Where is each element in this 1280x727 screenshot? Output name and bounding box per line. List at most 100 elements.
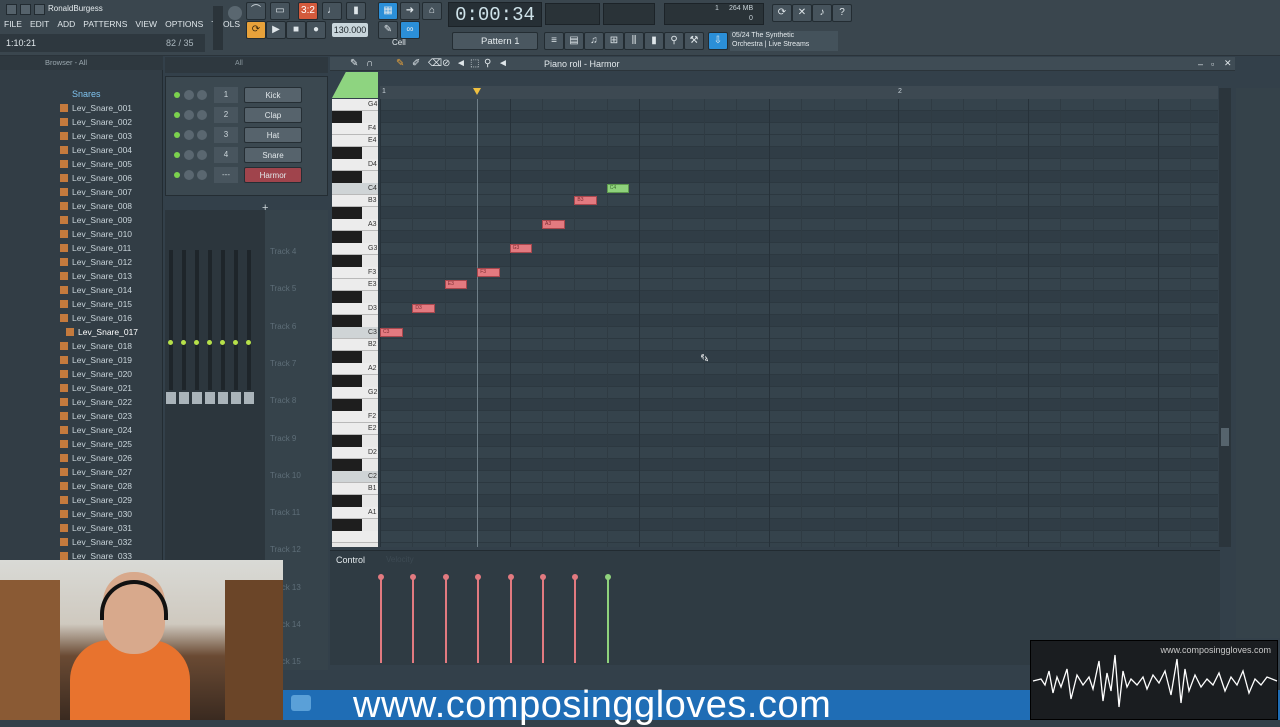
news-panel[interactable]: 05/24 The Synthetic Orchestra | Live Str… [730, 31, 838, 51]
channel-row[interactable]: 4 Snare [172, 147, 322, 165]
channel-button[interactable]: Harmor [244, 167, 302, 183]
system-menu-icon[interactable] [6, 4, 17, 15]
piano-key[interactable] [332, 171, 362, 183]
note[interactable]: D3 [412, 304, 436, 313]
browser-item[interactable]: Lev_Snare_029 [60, 495, 132, 509]
browser-item[interactable]: Lev_Snare_030 [60, 509, 132, 523]
browser-icon[interactable]: ⊞ [604, 32, 624, 50]
channel-button[interactable]: Snare [244, 147, 302, 163]
magnet-icon[interactable]: ∩ [366, 58, 373, 69]
minimize-icon[interactable] [20, 4, 31, 15]
refresh-icon[interactable]: ⟳ [772, 4, 792, 22]
velocity-handle[interactable] [410, 574, 417, 580]
mixer-fader-handle[interactable] [179, 392, 189, 404]
channel-mixer-track[interactable]: --- [214, 167, 238, 183]
browser-item[interactable]: Lev_Snare_006 [60, 173, 132, 187]
browser-item[interactable]: Lev_Snare_032 [60, 537, 132, 551]
browser-item[interactable]: Lev_Snare_015 [60, 299, 132, 313]
channel-filter[interactable]: All [235, 60, 243, 67]
playlist-track-label[interactable]: Track 12 [270, 545, 301, 554]
mixer-fader[interactable] [247, 250, 251, 390]
note-grid[interactable]: C3 D3 E3 F3 G3 A3 B3 C4 [380, 99, 1218, 547]
step-edit-icon[interactable]: ▭ [270, 2, 290, 20]
mixer-fader[interactable] [182, 250, 186, 390]
browser-item[interactable]: Lev_Snare_027 [60, 467, 132, 481]
menu-file[interactable]: FILE [0, 17, 26, 31]
velocity-handle[interactable] [604, 574, 611, 580]
browser-item[interactable]: Lev_Snare_009 [60, 215, 132, 229]
velocity-handle[interactable] [507, 574, 514, 580]
velocity-bar[interactable] [509, 577, 512, 663]
pencil-tool-icon[interactable]: ✎ [378, 21, 398, 39]
channel-pan-knob[interactable] [184, 170, 194, 180]
piano-key[interactable] [332, 315, 362, 327]
channel-mute-led[interactable] [174, 152, 180, 158]
vertical-scrollbar[interactable] [1219, 88, 1231, 547]
scrollbar-thumb[interactable] [1221, 428, 1229, 446]
metronome-alt-icon[interactable]: ⌂ [422, 2, 442, 20]
playlist-track-label[interactable]: Track 10 [270, 471, 301, 480]
browser-item[interactable]: Lev_Snare_026 [60, 453, 132, 467]
velocity-bar[interactable] [477, 577, 480, 663]
help-icon[interactable]: ? [832, 4, 852, 22]
velocity-handle[interactable] [572, 574, 579, 580]
playlist-track-label[interactable]: Track 6 [270, 322, 296, 331]
channel-button[interactable]: Kick [244, 87, 302, 103]
piano-key[interactable] [332, 495, 362, 507]
playlist-track-label[interactable]: Track 11 [270, 508, 300, 517]
playlist-track-label[interactable]: Track 4 [270, 247, 296, 256]
browser-item[interactable]: Lev_Snare_021 [60, 383, 132, 397]
menu-edit[interactable]: EDIT [26, 17, 53, 31]
browser-item[interactable]: Lev_Snare_013 [60, 271, 132, 285]
mixer-fader[interactable] [208, 250, 212, 390]
taskbar-icon[interactable] [291, 695, 311, 711]
browser-item[interactable]: Lev_Snare_016 [60, 313, 132, 327]
mixer-fader[interactable] [221, 250, 225, 390]
mixer-icon[interactable]: ⫼ [624, 32, 644, 50]
browser-item[interactable]: Lev_Snare_017 [66, 327, 138, 341]
browser-item[interactable]: Lev_Snare_007 [60, 187, 132, 201]
note[interactable]: E3 [444, 280, 468, 289]
note[interactable]: B3 [574, 196, 598, 205]
channel-volume-knob[interactable] [197, 90, 207, 100]
mixer-fader-handle[interactable] [166, 392, 176, 404]
channel-mixer-track[interactable]: 4 [214, 147, 238, 163]
arrow-icon[interactable]: ➜ [400, 2, 420, 20]
mixer-fader-handle[interactable] [192, 392, 202, 404]
channel-pan-knob[interactable] [184, 110, 194, 120]
record-button[interactable]: ● [306, 21, 326, 39]
folder-snares[interactable]: Snares [72, 89, 101, 99]
metronome-icon[interactable]: ♩ [322, 2, 342, 20]
playlist-icon[interactable]: ≡ [544, 32, 564, 50]
mute-tool-icon[interactable]: ⊘ [442, 58, 450, 69]
piano-roll-close-icon[interactable]: ✕ [1224, 58, 1235, 69]
piano-key[interactable] [332, 435, 362, 447]
channel-mute-led[interactable] [174, 92, 180, 98]
bar-display[interactable]: 3:2 [298, 2, 318, 20]
mixer-x-icon[interactable]: ✕ [792, 4, 812, 22]
menu-add[interactable]: ADD [53, 17, 79, 31]
channel-mute-led[interactable] [174, 132, 180, 138]
mixer-fader-handle[interactable] [244, 392, 254, 404]
slice-tool-icon[interactable]: ◄ [456, 58, 466, 69]
master-volume-slider[interactable] [213, 6, 223, 50]
browser-item[interactable]: Lev_Snare_023 [60, 411, 132, 425]
piano-roll-tool-icon[interactable]: ▦ [378, 2, 398, 20]
browser-item[interactable]: Lev_Snare_024 [60, 425, 132, 439]
piano-key[interactable] [332, 231, 362, 243]
piano-key[interactable] [332, 207, 362, 219]
channel-volume-knob[interactable] [197, 130, 207, 140]
channel-mute-led[interactable] [174, 112, 180, 118]
channel-rack-icon[interactable]: ▤ [564, 32, 584, 50]
browser-item[interactable]: Lev_Snare_003 [60, 131, 132, 145]
playhead-marker-icon[interactable] [473, 88, 481, 95]
velocity-bar[interactable] [412, 577, 415, 663]
browser-item[interactable]: Lev_Snare_005 [60, 159, 132, 173]
note[interactable]: C3 [380, 328, 403, 337]
paint-tool-icon[interactable]: ✐ [412, 58, 420, 69]
loop-record-icon[interactable]: ⟳ [246, 21, 266, 39]
browser-item[interactable]: Lev_Snare_028 [60, 481, 132, 495]
browser-item[interactable]: Lev_Snare_020 [60, 369, 132, 383]
playlist-track-label[interactable]: Track 5 [270, 284, 296, 293]
note[interactable]: F3 [477, 268, 500, 277]
